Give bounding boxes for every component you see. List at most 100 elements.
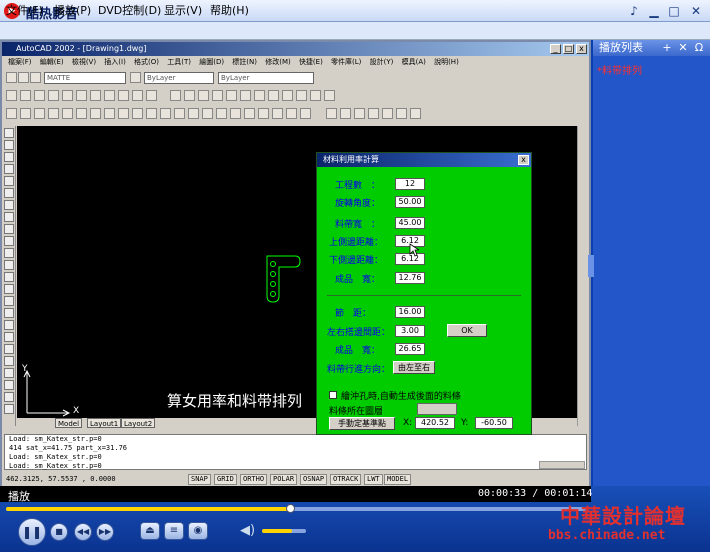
play-status: 播放 [8,490,30,503]
volume-level [262,529,292,533]
value-stations[interactable]: 12 [395,178,425,190]
next-button[interactable]: ▶▶ [96,523,114,541]
model-toggle[interactable]: MODEL [384,474,412,485]
label-y: Y: [461,418,469,428]
cad-maximize-button[interactable]: □ [563,44,574,54]
auto-strip-checkbox[interactable] [329,391,337,399]
playlist-panel: 播放列表 + ✕ Ω *料带排列 [593,40,710,486]
label-bottom-margin: 下側邊距離： [329,256,384,266]
video-caption: 算女用率和料带排列 [167,392,303,410]
menu-play[interactable]: 播放(P) [54,2,91,18]
dialog-separator [327,295,521,296]
coordinate-readout: 462.3125, 57.5537 , 0.0000 [6,475,116,483]
polar-toggle[interactable]: POLAR [270,474,298,485]
maximize-button[interactable]: □ [666,3,682,19]
value-product-width-2[interactable]: 26.65 [395,343,425,355]
label-pitch: 節 距： [335,309,372,319]
label-auto-strip: 繪沖孔時,自動生成後面的料條 [341,392,461,402]
seek-handle[interactable] [286,504,295,513]
pause-button[interactable]: ❚❚ [18,518,46,546]
value-lr-gap[interactable]: 3.00 [395,325,425,337]
grid-toggle[interactable]: GRID [214,474,237,485]
value-product-width[interactable]: 12.76 [395,272,425,284]
color-combo[interactable]: ByLayer [144,72,214,84]
otrack-toggle[interactable]: OTRACK [330,474,362,485]
playlist-item[interactable]: *料带排列 [597,62,642,77]
ok-button[interactable]: OK [447,324,487,337]
ucs-y-label: Y [22,364,28,374]
open-file-button[interactable]: ⏏ [140,522,160,540]
cad-close-button[interactable]: x [576,44,587,54]
cad-tools-toolbar-2 [4,106,587,122]
label-direction: 料帶行進方向： [327,365,391,375]
ortho-toggle[interactable]: ORTHO [240,474,268,485]
stop-button[interactable]: ■ [50,523,68,541]
tab-layout2[interactable]: Layout2 [121,418,156,428]
strip-layer-input[interactable] [417,403,457,415]
label-strip-width: 料帶寬 ： [335,220,381,230]
mouse-cursor-icon [409,243,419,257]
cad-draw-toolbar [2,126,16,426]
volume-icon[interactable]: ◀) [240,522,258,540]
layer-combo[interactable]: MATTE [44,72,126,84]
cad-minimize-button[interactable]: _ [550,44,561,54]
dialog-close-button[interactable]: x [518,155,529,165]
menu-dvd[interactable]: DVD控制(D) [98,2,161,18]
lwt-toggle[interactable]: LWT [364,474,383,485]
value-x[interactable]: 420.52 [415,417,455,429]
watermark-site: bbs.chinade.net [548,528,666,543]
menu-view[interactable]: 显示(V) [164,2,202,18]
playlist-toggle-button[interactable]: ≡ [164,522,184,540]
direction-button[interactable]: 由左至右 [393,361,435,374]
cad-tools-toolbar-1 [4,88,587,104]
time-separator: / [532,488,539,499]
label-rotation: 旋轉角度： [335,199,381,209]
command-line-4: Load: sm_Katex_str.p=0 [9,462,102,470]
time-total: 00:01:14 [544,488,593,499]
ucs-icon [23,369,71,417]
command-line-1: Load: sm_Katex_str.p=0 [9,435,102,443]
label-x: X: [403,418,413,428]
tab-model[interactable]: Model [55,418,83,428]
command-line-3: Load: sm_Katex_str.p=0 [9,453,102,461]
part-outline [266,255,301,303]
label-top-margin: 上側邊距離： [329,238,384,248]
time-display: 00:00:33 / 00:01:14 [478,488,592,499]
value-pitch[interactable]: 16.00 [395,306,425,318]
value-rotation[interactable]: 50.00 [395,196,425,208]
player-menu-bar [0,22,710,40]
playlist-options-icon[interactable]: Ω [693,41,705,55]
command-line[interactable]: Load: sm_Katex_str.p=0 414 sat_x=41.75 p… [4,434,587,470]
label-product-width: 成品 寬： [335,275,381,285]
menu-file[interactable]: 文件(F) [6,2,43,18]
snap-toggle[interactable]: SNAP [188,474,211,485]
value-y[interactable]: -60.50 [475,417,513,429]
ucs-x-label: X [73,406,80,416]
material-dialog: 材料利用率計算 x 工程數 ： 12 旋轉角度： 50.00 料帶寬 ： 45.… [316,152,532,435]
cad-menu-bar[interactable]: 檔案(F) 編輯(E) 檢視(V) 插入(I) 格式(O) 工具(T) 繪圖(D… [2,56,589,68]
playlist-add-icon[interactable]: + [661,41,673,55]
command-scrollbar[interactable] [539,461,585,469]
close-button[interactable]: ✕ [688,3,704,19]
cad-properties-toolbar: MATTE ByLayer ByLayer [4,70,587,86]
label-stations: 工程數 ： [335,181,381,191]
label-strip-layer: 料條所在圖層 [329,407,384,417]
screenshot-button[interactable]: ◉ [188,522,208,540]
dialog-title: 材料利用率計算 [317,153,531,167]
playlist-collapse-handle[interactable] [588,255,594,277]
command-line-2: 414 sat_x=41.75 part_x=31.76 [9,444,128,452]
playlist-remove-icon[interactable]: ✕ [677,41,689,55]
cad-title-bar: AutoCAD 2002 - [Drawing1.dwg] [2,42,589,56]
minimize-button[interactable]: ▁ [646,3,662,19]
label-lr-gap: 左右搭邊間距： [327,328,391,338]
previous-button[interactable]: ◀◀ [74,523,92,541]
tab-layout1[interactable]: Layout1 [87,418,122,428]
video-area[interactable]: AutoCAD 2002 - [Drawing1.dwg] _ □ x 檔案(F… [0,40,591,486]
skin-icon[interactable]: ♪ [626,3,642,19]
value-strip-width[interactable]: 45.00 [395,217,425,229]
osnap-toggle[interactable]: OSNAP [300,474,328,485]
menu-help[interactable]: 帮助(H) [210,2,249,18]
set-base-point-button[interactable]: 手動定基準點 [329,417,395,430]
linetype-combo[interactable]: ByLayer [218,72,314,84]
watermark-name: 中華設計論壇 [560,504,686,528]
